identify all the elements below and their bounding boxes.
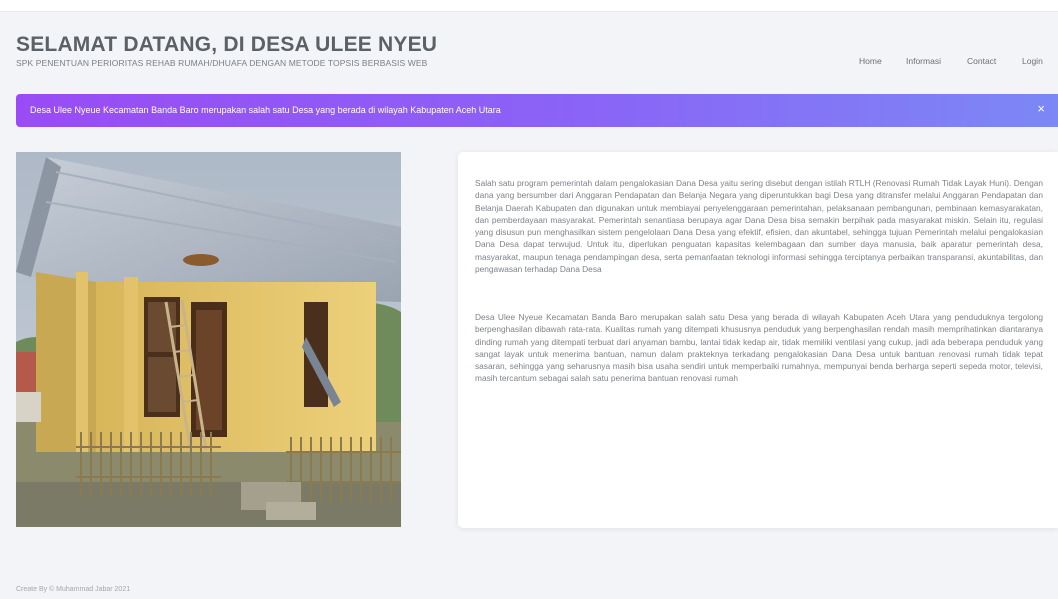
content-card: Salah satu program pemerintah dalam peng… xyxy=(458,152,1058,528)
village-paragraph: Desa Ulee Nyeue Kecamatan Banda Baro mer… xyxy=(475,312,1043,384)
main-nav: Home Informasi Contact Login xyxy=(0,56,1058,70)
house-photo xyxy=(16,152,401,527)
nav-contact-link[interactable]: Contact xyxy=(967,56,996,66)
nav-home-link[interactable]: Home xyxy=(859,56,882,66)
nav-login-link[interactable]: Login xyxy=(1022,56,1043,66)
top-bar xyxy=(0,0,1058,12)
nav-informasi-link[interactable]: Informasi xyxy=(906,56,941,66)
site-title: SELAMAT DATANG, DI DESA ULEE NYEU xyxy=(16,33,438,56)
info-alert: Desa Ulee Nyeue Kecamatan Banda Baro mer… xyxy=(16,94,1058,127)
alert-text: Desa Ulee Nyeue Kecamatan Banda Baro mer… xyxy=(30,105,501,115)
intro-paragraph: Salah satu program pemerintah dalam peng… xyxy=(475,178,1043,275)
close-icon[interactable]: × xyxy=(1037,102,1045,115)
footer-credit: Create By © Muhammad Jabar 2021 xyxy=(16,586,131,593)
